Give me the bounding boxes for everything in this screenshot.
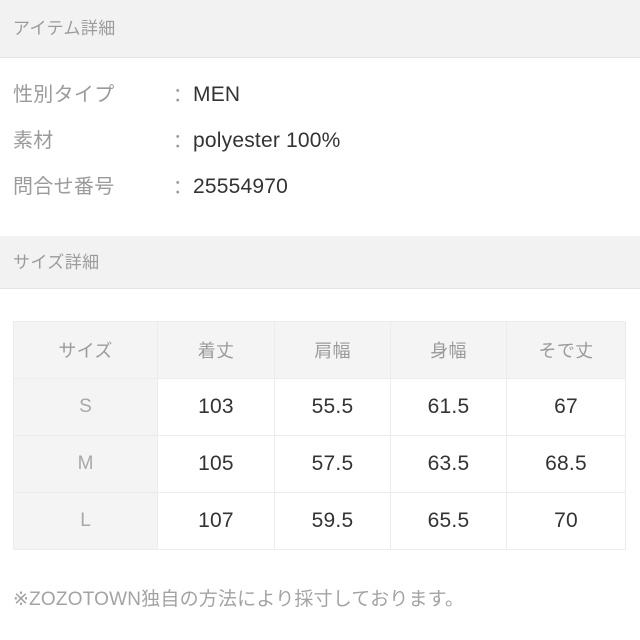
cell-l-sleeve-length: 70 bbox=[506, 492, 626, 550]
cell-s-length: 103 bbox=[157, 378, 275, 436]
table-row: M 105 57.5 63.5 68.5 bbox=[13, 435, 626, 493]
cell-m-length: 105 bbox=[157, 435, 275, 493]
cell-l-body-width: 65.5 bbox=[390, 492, 507, 550]
cell-l-length: 107 bbox=[157, 492, 275, 550]
cell-s-sleeve-length: 67 bbox=[506, 378, 626, 436]
spec-value-inquiry-number: 25554970 bbox=[193, 175, 289, 198]
spec-row-inquiry-number: 問合せ番号 ： 25554970 bbox=[0, 170, 640, 216]
spec-label-gender-type: 性別タイプ bbox=[13, 84, 115, 106]
cell-m-sleeve-length: 68.5 bbox=[506, 435, 626, 493]
cell-s-body-width: 61.5 bbox=[390, 378, 507, 436]
spec-separator-material: ： bbox=[173, 131, 193, 152]
section-header-size-detail: サイズ詳細 bbox=[0, 236, 640, 289]
item-spec-list: 性別タイプ ： MEN 素材 ： polyester 100% 問合せ番号 ： … bbox=[0, 58, 640, 216]
table-header-row: サイズ 着丈 肩幅 身幅 そで丈 bbox=[13, 321, 626, 379]
spec-value-material: polyester 100% bbox=[193, 129, 341, 152]
cell-size-s: S bbox=[13, 378, 158, 436]
section-title-size-detail: サイズ詳細 bbox=[13, 252, 100, 272]
spec-label-material: 素材 bbox=[13, 130, 54, 152]
spec-separator-gender-type: ： bbox=[173, 85, 193, 106]
column-header-shoulder-width: 肩幅 bbox=[274, 321, 391, 379]
spec-row-material: 素材 ： polyester 100% bbox=[0, 124, 640, 170]
measurement-footnote: ※ZOZOTOWN独自の方法により採寸しております。 bbox=[13, 589, 465, 610]
column-header-body-width: 身幅 bbox=[390, 321, 507, 379]
column-header-length: 着丈 bbox=[157, 321, 275, 379]
table-row: S 103 55.5 61.5 67 bbox=[13, 378, 626, 436]
spec-label-inquiry-number: 問合せ番号 bbox=[13, 176, 115, 198]
section-header-item-detail: アイテム詳細 bbox=[0, 0, 640, 58]
size-table: サイズ 着丈 肩幅 身幅 そで丈 S 103 55.5 61.5 67 M 10 bbox=[13, 321, 626, 550]
cell-m-shoulder-width: 57.5 bbox=[274, 435, 391, 493]
section-title-item-detail: アイテム詳細 bbox=[13, 19, 116, 38]
column-header-size: サイズ bbox=[13, 321, 158, 379]
size-table-container: サイズ 着丈 肩幅 身幅 そで丈 S 103 55.5 61.5 67 M 10 bbox=[13, 321, 626, 550]
item-detail-page: アイテム詳細 性別タイプ ： MEN 素材 ： polyester 100% 問… bbox=[0, 0, 640, 640]
table-row: L 107 59.5 65.5 70 bbox=[13, 492, 626, 550]
spec-row-gender-type: 性別タイプ ： MEN bbox=[0, 78, 640, 124]
cell-s-shoulder-width: 55.5 bbox=[274, 378, 391, 436]
cell-size-l: L bbox=[13, 492, 158, 550]
column-header-sleeve-length: そで丈 bbox=[506, 321, 626, 379]
spec-value-gender-type: MEN bbox=[193, 83, 241, 106]
cell-size-m: M bbox=[13, 435, 158, 493]
spec-separator-inquiry-number: ： bbox=[173, 177, 193, 198]
cell-l-shoulder-width: 59.5 bbox=[274, 492, 391, 550]
cell-m-body-width: 63.5 bbox=[390, 435, 507, 493]
